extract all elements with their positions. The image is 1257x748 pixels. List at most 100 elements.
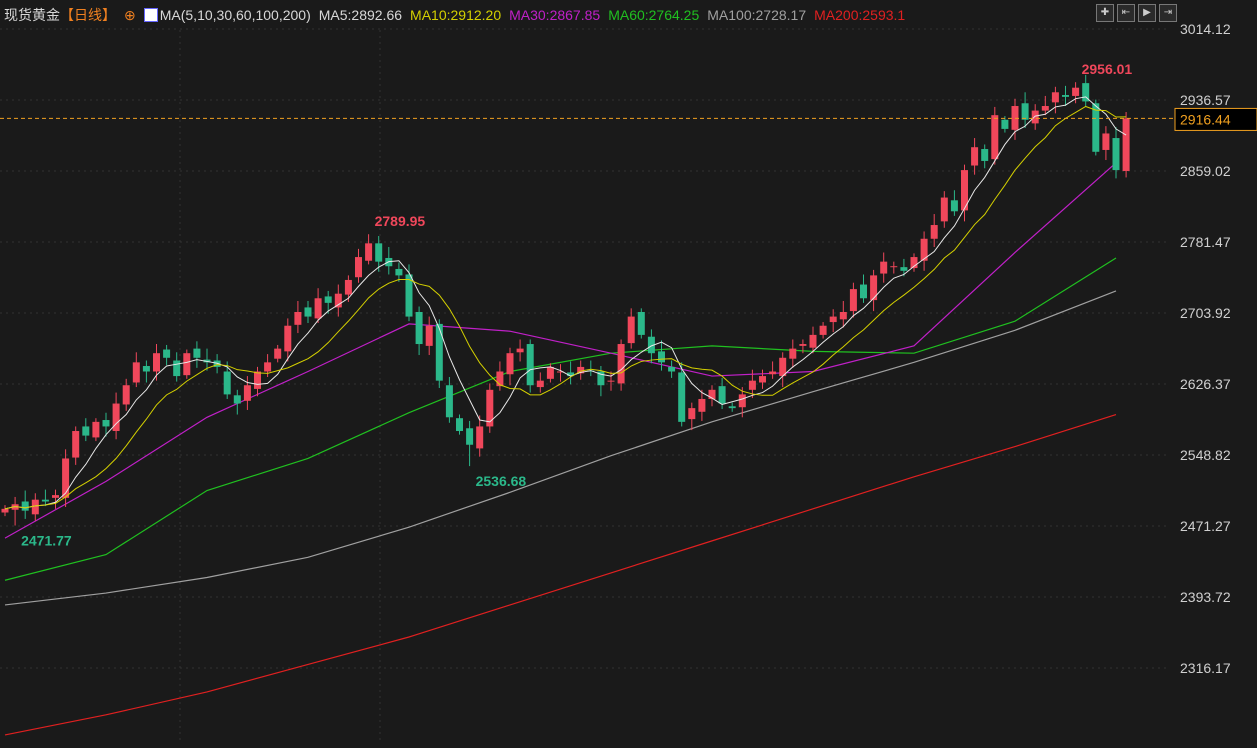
candle-down	[668, 366, 676, 372]
candle-up	[496, 371, 504, 387]
candle-up	[789, 348, 797, 359]
candle-up	[334, 293, 342, 308]
candle-down	[658, 351, 665, 363]
candle-up	[243, 385, 251, 401]
candle-down	[466, 428, 474, 445]
candle-up	[849, 289, 857, 312]
candle-up	[365, 243, 373, 261]
candle-up	[284, 325, 292, 352]
candle-up	[294, 311, 302, 325]
candle-up	[809, 334, 817, 348]
candle-down	[163, 349, 171, 358]
candle-up	[254, 371, 261, 389]
price-chart[interactable]: 3014.12 2936.57 2859.02 2781.47 2703.92 2626.…	[0, 0, 1257, 748]
candle-down	[981, 149, 989, 161]
candle-down	[324, 296, 332, 303]
candle-down	[456, 418, 463, 432]
y-tick-label: 2393.72	[1180, 589, 1231, 605]
y-tick-label: 2703.92	[1180, 305, 1231, 321]
candle-up	[62, 458, 70, 498]
candle-up	[759, 376, 766, 383]
chart-window: 现货黄金 【日线】 ⊕ MA(5,10,30,60,100,200) MA5:2…	[0, 0, 1257, 748]
candle-up	[344, 279, 352, 295]
candle-up	[52, 495, 59, 498]
extreme-label: 2789.95	[375, 213, 426, 229]
candle-down	[1021, 103, 1029, 120]
candle-up	[536, 380, 544, 388]
candle-up	[516, 348, 524, 353]
candle-down	[395, 268, 403, 276]
candle-down	[900, 267, 908, 271]
candle-up	[1041, 106, 1049, 111]
candle-down	[193, 348, 201, 358]
candle-up	[1072, 87, 1080, 96]
y-tick-label: 3014.12	[1180, 21, 1231, 37]
extreme-label: 2471.77	[21, 533, 72, 549]
candle-up	[870, 275, 878, 301]
ma100-line	[4, 290, 1117, 606]
candle-up	[153, 353, 160, 372]
candle-up	[738, 394, 746, 408]
candle-down	[728, 406, 736, 409]
candle-up	[940, 197, 948, 222]
candle-up	[819, 325, 827, 335]
candle-down	[860, 284, 867, 299]
candle-up	[476, 426, 484, 449]
candle-down	[445, 385, 453, 418]
candle-down	[415, 311, 423, 345]
candle-up	[890, 266, 898, 268]
candle-down	[637, 311, 645, 335]
candle-up	[1011, 106, 1019, 130]
candle-down	[1112, 138, 1120, 171]
candle-up	[799, 344, 807, 346]
candle-down	[233, 395, 241, 404]
candle-up	[769, 371, 777, 375]
candle-down	[950, 200, 958, 212]
y-tick-label: 2316.17	[1180, 660, 1231, 676]
candle-up	[183, 353, 191, 376]
candle-up	[880, 261, 888, 274]
y-tick-label: 2936.57	[1180, 92, 1231, 108]
candle-down	[41, 499, 49, 502]
candle-up	[1031, 110, 1039, 124]
candle-up	[355, 257, 362, 278]
candle-up	[31, 499, 39, 515]
y-tick-label: 2626.37	[1180, 376, 1231, 392]
candle-up	[688, 408, 696, 420]
candle-up	[1, 508, 9, 513]
candle-up	[274, 348, 282, 359]
ma200-line	[4, 413, 1117, 736]
candle-up	[991, 115, 999, 160]
ma30-line	[4, 162, 1117, 539]
candle-down	[1062, 95, 1069, 97]
candle-down	[718, 386, 726, 404]
ma5-line	[4, 96, 1127, 510]
candle-down	[435, 323, 443, 381]
candle-up	[132, 362, 140, 383]
candle-up	[72, 431, 80, 458]
candle-down	[21, 501, 29, 511]
candle-down	[526, 344, 534, 386]
candle-down	[1001, 119, 1009, 129]
candle-up	[1051, 92, 1059, 103]
candle-down	[223, 371, 231, 395]
candle-up	[506, 353, 514, 375]
y-tick-label: 2471.27	[1180, 518, 1231, 534]
candle-up	[607, 380, 615, 382]
ma60-line	[4, 257, 1117, 581]
extreme-label: 2956.01	[1082, 61, 1133, 77]
candle-up	[627, 316, 635, 344]
candle-down	[102, 420, 110, 427]
candle-up	[698, 398, 706, 412]
candle-down	[142, 366, 150, 372]
candle-up	[930, 225, 938, 239]
y-tick-label: 2781.47	[1180, 234, 1231, 250]
candle-up	[1102, 133, 1110, 150]
candle-down	[678, 372, 686, 422]
candle-up	[92, 421, 100, 438]
candle-down	[304, 307, 312, 317]
candle-up	[617, 344, 625, 384]
candle-up	[546, 366, 554, 379]
y-tick-label: 2859.02	[1180, 163, 1231, 179]
candle-up	[829, 316, 837, 323]
